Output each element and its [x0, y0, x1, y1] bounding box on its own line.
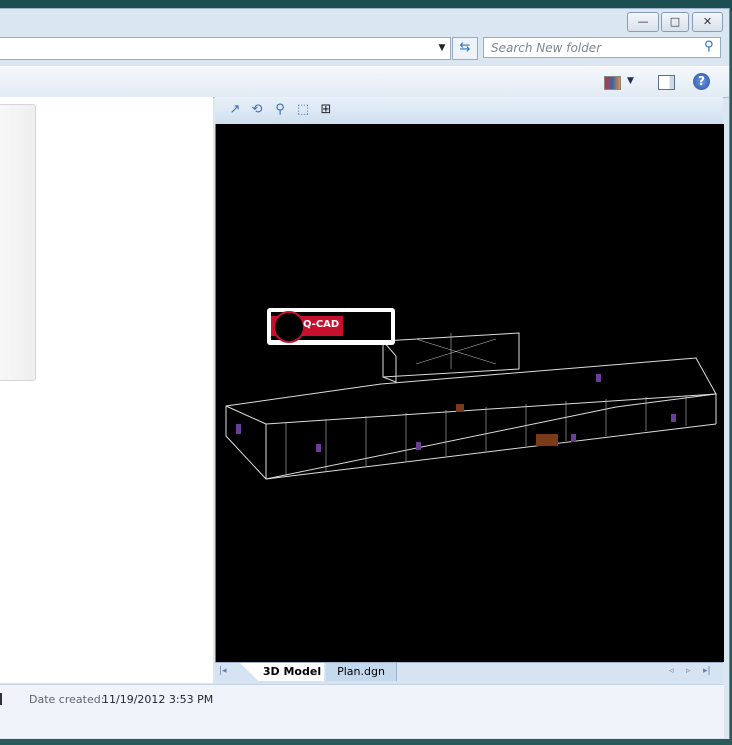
first-tab-icon[interactable]: |◂: [219, 666, 227, 676]
tab-plan-dgn[interactable]: Plan.dgn: [326, 663, 397, 681]
change-view-icon[interactable]: [604, 76, 621, 90]
preview-pane-icon[interactable]: [658, 75, 675, 90]
minimize-button[interactable]: —: [627, 12, 659, 32]
fit-view-icon[interactable]: ⊞: [317, 101, 335, 119]
last-tab-icon[interactable]: ▸|: [703, 666, 711, 676]
maximize-button[interactable]: □: [661, 12, 689, 32]
chevron-down-icon[interactable]: ▼: [434, 38, 450, 58]
address-bar[interactable]: [0, 37, 451, 60]
file-icon-edge: [0, 693, 2, 705]
help-icon[interactable]: ?: [693, 73, 710, 90]
building-wireframe: [225, 332, 717, 480]
rotate-icon[interactable]: ⟲: [248, 101, 266, 119]
chevron-down-icon[interactable]: ▼: [627, 76, 634, 86]
cad-viewport[interactable]: [215, 124, 724, 662]
search-input[interactable]: Search New folder: [483, 37, 721, 58]
pan-icon[interactable]: ↗: [226, 101, 244, 119]
date-created-value: 11/19/2012 3:53 PM: [102, 693, 214, 706]
zoom-icon[interactable]: ⚲: [271, 101, 289, 119]
prev-tab-icon[interactable]: ◃: [669, 666, 674, 676]
close-button[interactable]: ✕: [692, 12, 723, 32]
selected-file-item[interactable]: [0, 104, 36, 381]
next-tab-icon[interactable]: ▹: [686, 666, 691, 676]
qcad-logo: Q-CAD: [267, 308, 395, 345]
date-created-label: Date created:: [29, 693, 105, 706]
zoom-window-icon[interactable]: ⬚: [294, 101, 312, 119]
search-icon[interactable]: ⚲: [704, 39, 714, 54]
refresh-icon[interactable]: ⇆: [452, 37, 478, 60]
preview-toolbar: [215, 97, 723, 124]
